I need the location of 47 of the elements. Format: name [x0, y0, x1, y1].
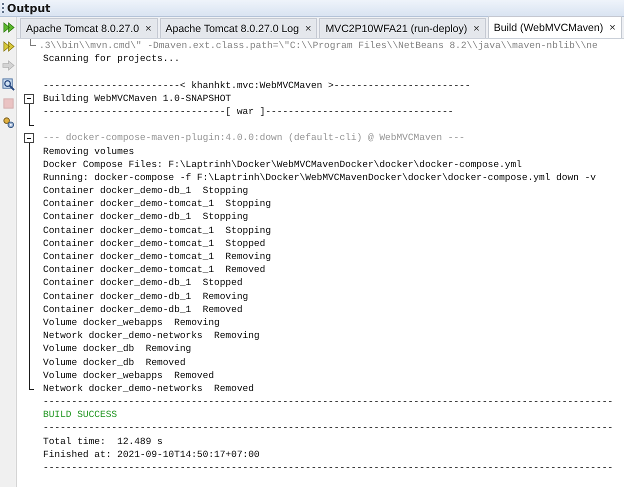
console-line: Container docker_demo-tomcat_1 Removing — [42, 250, 272, 264]
collapse-icon[interactable] — [24, 94, 34, 104]
close-icon[interactable]: × — [305, 22, 312, 34]
console-line: Container docker_demo-db_1 Stopping — [42, 210, 250, 224]
console-line: Container docker_demo-tomcat_1 Stopping — [42, 224, 272, 237]
console-line: Container docker_demo-db_1 Stopping — [42, 184, 250, 198]
console-line: Container docker_demo-tomcat_1 Stopped — [42, 236, 266, 250]
console-line: Network docker_demo-networks Removed — [42, 382, 255, 396]
console-line: Finished at: 2021-09-10T14:50:17+07:00 — [42, 448, 261, 461]
status-text: BUILD SUCCESS — [42, 408, 118, 422]
console-line: Docker Compose Files: F:\Laptrinh\Docker\WebMVCMavenDocker\docker\docker-compose.yml — [42, 158, 523, 171]
tab[interactable]: MVC2P10WFA21 (run-deploy) × — [319, 18, 486, 38]
tab[interactable]: Build (WebMVCMaven) × — [488, 16, 622, 38]
close-icon[interactable]: × — [609, 22, 616, 34]
console-line: Container docker_demo-db_1 Removing — [42, 290, 250, 303]
console-line: Container docker_demo-db_1 Removed — [42, 302, 244, 316]
console-line: ---------------------------------------------------------------------------------------------------- — [42, 395, 614, 408]
console-line: Volume docker_db Removed — [42, 356, 187, 369]
run-icon[interactable] — [2, 40, 14, 53]
console-line: Container docker_demo-tomcat_1 Removed — [42, 263, 266, 276]
console-line: --- docker-compose-maven-plugin:4.0.0:down (default-cli) @ WebMVCMaven --- — [42, 131, 466, 144]
console-line: Building WebMVCMaven 1.0-SNAPSHOT — [42, 92, 232, 105]
console-line: Total time: 12.489 s — [42, 434, 164, 448]
console-line: Container docker_demo-db_1 Stopped — [42, 276, 244, 290]
run-icon[interactable] — [2, 21, 14, 34]
console-line: ---------------------------------------------------------------------------------------------------- — [42, 421, 614, 435]
tab[interactable]: Apache Tomcat 8.0.27.0 Log × — [160, 18, 318, 38]
console-line: --------------------------------[ war ]--------------------------------- — [42, 104, 454, 118]
gear-icon[interactable] — [2, 116, 14, 129]
console-line: Running: docker-compose -f F:\Laptrinh\Docker\WebMVCMavenDocker\docker\docker-compose.yml down -v — [42, 170, 597, 184]
console-line: ---------------------------------------------------------------------------------------------------- — [42, 461, 614, 474]
close-icon[interactable]: × — [473, 22, 480, 34]
console-line: Scanning for projects... — [42, 52, 181, 66]
console-line: Volume docker_db Removing — [42, 342, 192, 356]
close-icon[interactable]: × — [145, 22, 152, 34]
console-line: Volume docker_webapps Removing — [42, 316, 221, 330]
console-line: Container docker_demo-tomcat_1 Stopping — [42, 197, 272, 210]
search-icon[interactable] — [2, 78, 14, 91]
console-line: ------------------------< khanhkt.mvc:WebMVCMaven >------------------------ — [42, 78, 472, 92]
console-line: Network docker_demo-networks Removing — [42, 329, 261, 342]
console-line: Removing volumes — [42, 144, 136, 158]
fold-end-icon — [30, 39, 36, 46]
panel-title: Output — [7, 2, 50, 14]
console-line: .3\\bin\\mvn.cmd\" -Dmaven.ext.class.path=\"C:\\Program Files\\NetBeans 8.2\\java\\maven-nblib\\ne — [39, 39, 599, 52]
console-line: Volume docker_webapps Removed — [42, 368, 216, 382]
collapse-icon[interactable] — [24, 133, 34, 144]
tab[interactable]: Apache Tomcat 8.0.27.0 × — [20, 18, 158, 38]
